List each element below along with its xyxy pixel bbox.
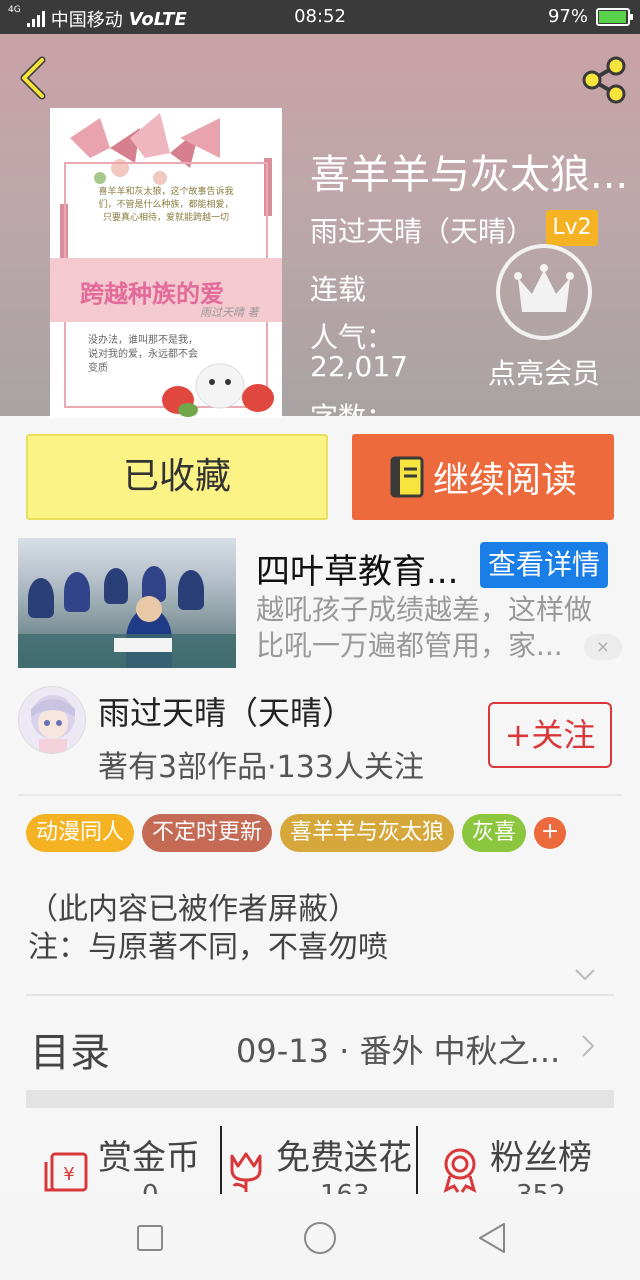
back-icon[interactable] (472, 1218, 512, 1258)
chevron-right-icon[interactable] (580, 1034, 596, 1058)
avatar[interactable] (18, 686, 86, 754)
description-note: 注：与原著不同，不喜勿喷 (28, 930, 388, 965)
author-stats: 著有3部作品·133人关注 (98, 750, 424, 785)
level-badge: Lv2 (546, 210, 598, 246)
recent-apps-icon[interactable] (130, 1218, 170, 1258)
action-count: 352 (516, 1180, 566, 1194)
clock: 08:52 (294, 6, 346, 27)
chevron-down-icon[interactable] (574, 968, 596, 982)
collected-button[interactable]: 已收藏 (26, 434, 328, 520)
share-icon[interactable] (578, 54, 630, 106)
tag[interactable]: 喜羊羊与灰太狼 (280, 814, 455, 852)
send-flower-action[interactable]: 免费送花 163 (222, 1126, 416, 1194)
ad-close-icon[interactable]: × (584, 634, 622, 660)
book-status: 连载 (310, 273, 367, 306)
action-count: 163 (320, 1180, 370, 1194)
medal-icon (443, 1148, 477, 1193)
view-details-button[interactable]: 查看详情 (480, 542, 608, 588)
tag[interactable]: 不定时更新 (142, 814, 273, 852)
red-envelope-icon: ¥ (44, 1152, 88, 1192)
popularity-value: 22,017 (310, 350, 408, 383)
book-icon (390, 456, 424, 498)
cover-poem: 喜羊羊和灰太狼，这个故事告诉我们，不管是什么种族，都能相爱，只要真心相待，爱就能… (98, 187, 234, 223)
toc-label[interactable]: 目录 (30, 1020, 110, 1078)
vip-activate-label[interactable]: 点亮会员 (488, 352, 600, 392)
cover-signature: 雨过天晴 著 (200, 306, 259, 319)
battery-status: 97% (547, 6, 633, 27)
anime-avatar-icon (19, 687, 85, 753)
tag[interactable]: 动漫同人 (26, 814, 135, 852)
status-bar: 4G 中国移动 VoLTE 08:52 97% (0, 0, 640, 34)
fan-ranking-action[interactable]: 粉丝榜 352 (418, 1126, 618, 1194)
ad-description[interactable]: 越吼孩子成绩越差，这样做比吼一万遍都管用，家... (256, 592, 606, 664)
word-count-label: 字数： (310, 396, 394, 416)
system-navigation-bar (0, 1194, 640, 1280)
tag-list: 动漫同人 不定时更新 喜羊羊与灰太狼 灰喜 + (26, 814, 567, 852)
ad-image[interactable] (18, 538, 236, 668)
action-label: 免费送花 (276, 1138, 412, 1178)
battery-percent: 97% (547, 6, 588, 27)
add-tag-button[interactable]: + (534, 817, 567, 849)
follow-button[interactable]: +关注 (488, 702, 612, 768)
tag[interactable]: 灰喜 (462, 814, 527, 852)
svg-text:¥: ¥ (63, 1164, 74, 1185)
cat-strawberry-decoration-icon (162, 363, 274, 417)
continue-reading-label: 继续阅读 (432, 460, 577, 501)
author-name[interactable]: 雨过天晴（天晴） (98, 688, 354, 734)
book-header: 喜羊羊和灰太狼，这个故事告诉我们，不管是什么种族，都能相爱，只要真心相待，爱就能… (0, 34, 640, 418)
book-title: 喜羊羊与灰太狼... (310, 152, 629, 198)
battery-icon (596, 7, 633, 26)
flower-icon (230, 1152, 262, 1192)
reward-coins-action[interactable]: ¥ 赏金币 0 (40, 1126, 220, 1194)
action-count: 0 (142, 1180, 159, 1194)
back-arrow-icon[interactable] (14, 54, 54, 102)
home-icon[interactable] (300, 1218, 340, 1258)
continue-reading-button[interactable]: 继续阅读 (352, 434, 614, 520)
action-label: 粉丝榜 (490, 1138, 592, 1178)
section-separator (26, 1090, 614, 1108)
ad-banner[interactable]: 四叶草教育... 查看详情 越吼孩子成绩越差，这样做比吼一万遍都管用，家... … (18, 538, 622, 668)
book-cover[interactable]: 喜羊羊和灰太狼，这个故事告诉我们，不管是什么种族，都能相爱，只要真心相待，爱就能… (50, 108, 282, 418)
divider (18, 794, 622, 796)
divider (26, 994, 614, 996)
action-label: 赏金币 (98, 1138, 200, 1178)
ad-title[interactable]: 四叶草教育... (256, 544, 458, 593)
latest-chapter[interactable]: 09-13 · 番外 中秋之... (236, 1026, 560, 1072)
crown-icon[interactable] (494, 242, 594, 342)
